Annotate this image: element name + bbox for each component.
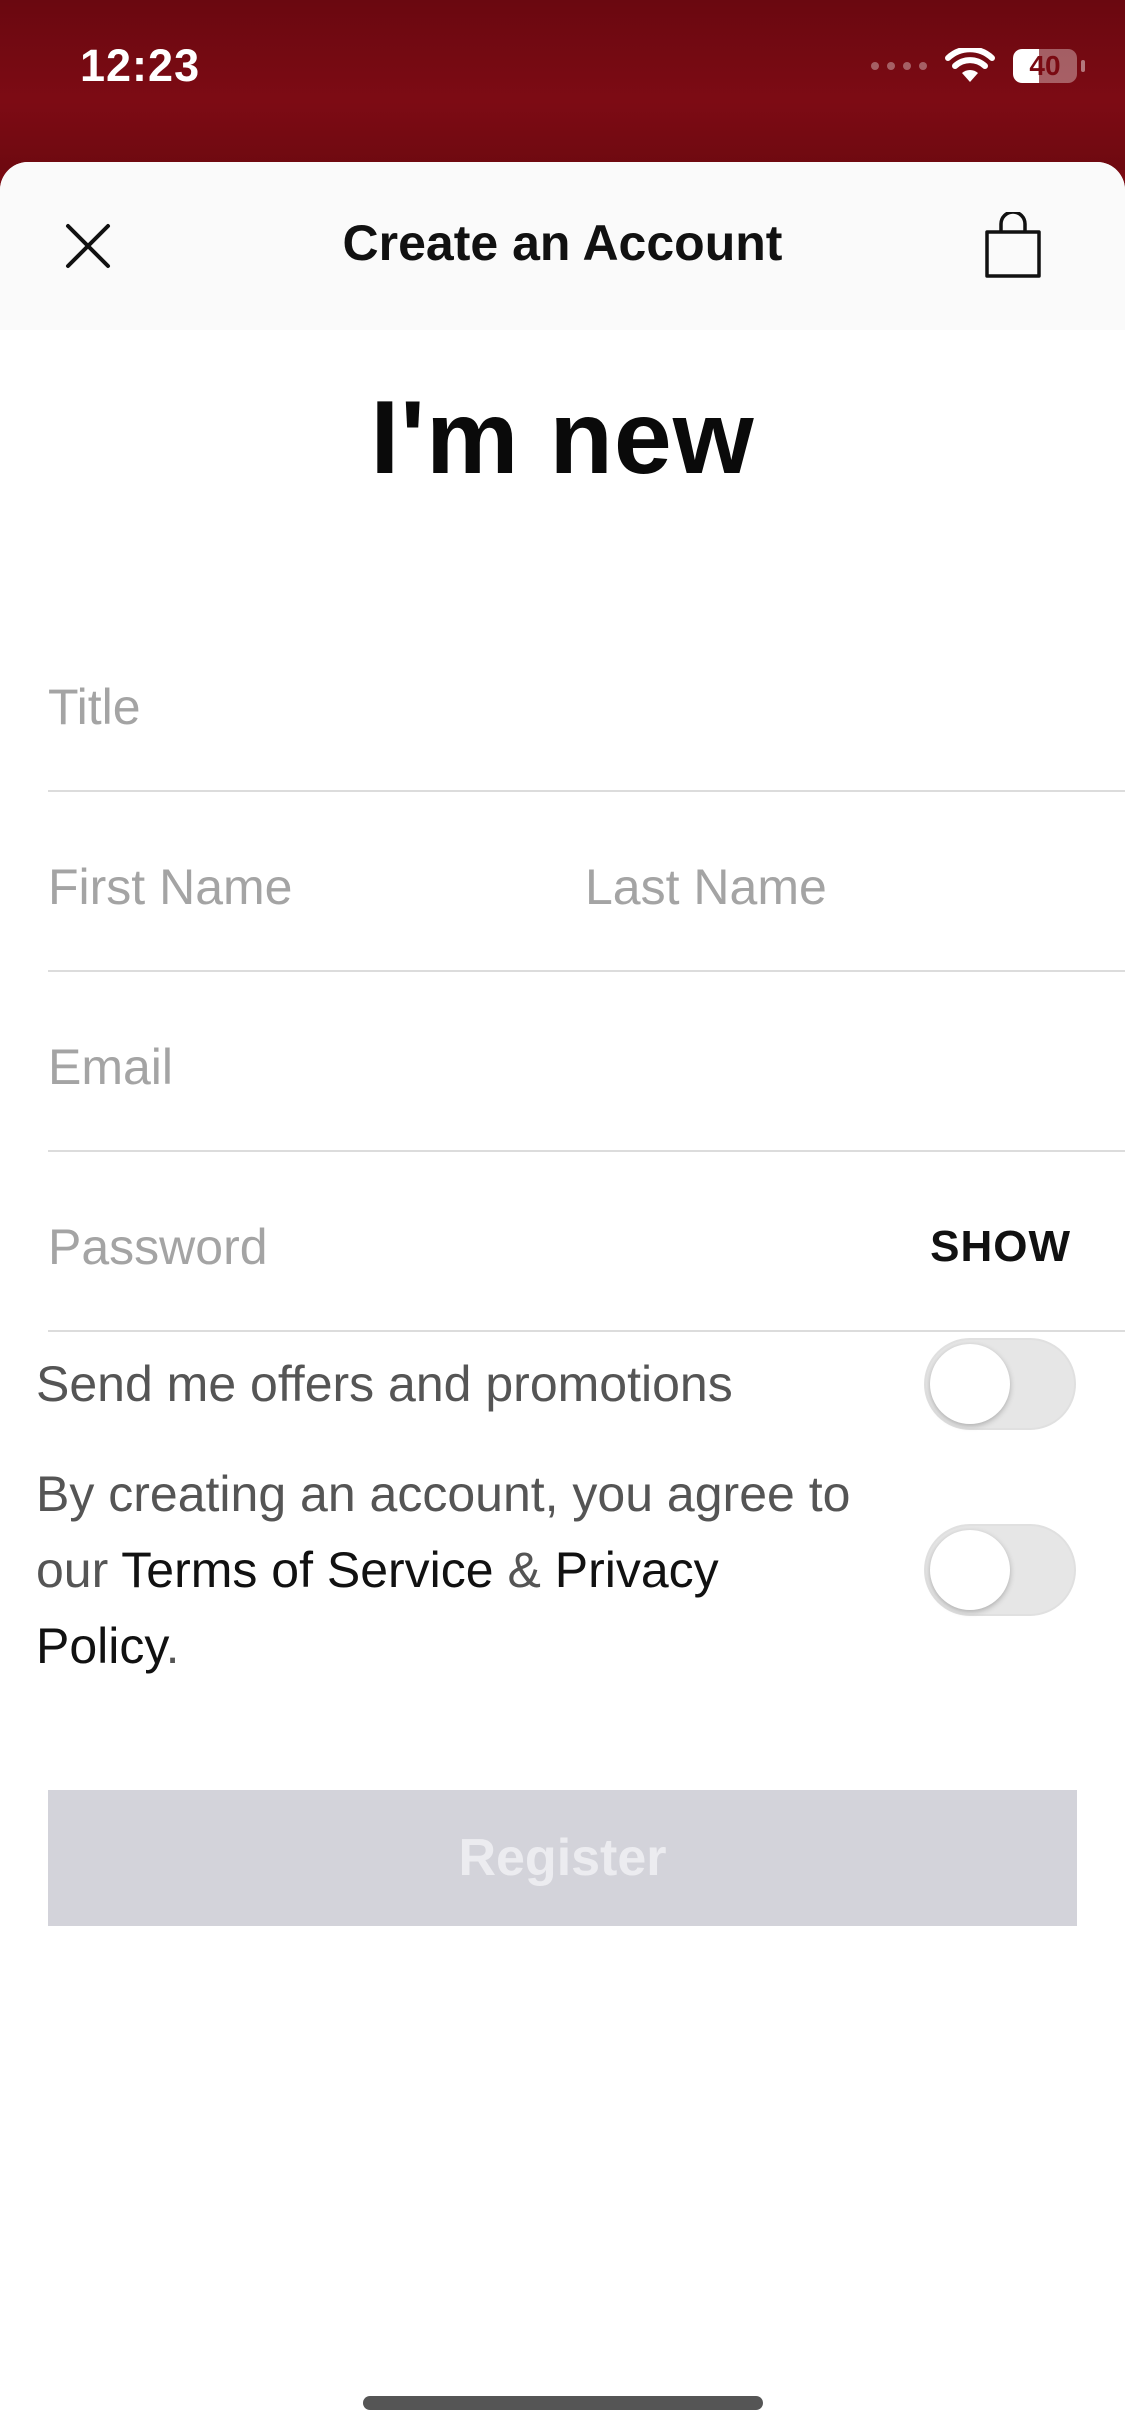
nav-bar: Create an Account bbox=[0, 162, 1125, 330]
terms-text: By creating an account, you agree to our… bbox=[36, 1456, 876, 1684]
wifi-icon bbox=[945, 48, 995, 82]
last-name-field[interactable]: Last Name bbox=[585, 858, 827, 916]
battery-icon: 40 bbox=[1013, 49, 1077, 83]
terms-of-service-link[interactable]: Terms of Service bbox=[121, 1542, 493, 1598]
password-placeholder: Password bbox=[48, 1219, 268, 1275]
create-account-sheet: Create an Account I'm new Title First Na… bbox=[0, 162, 1125, 2436]
name-row: First Name Last Name bbox=[48, 792, 1125, 972]
offers-toggle-knob bbox=[930, 1344, 1010, 1424]
title-placeholder: Title bbox=[48, 679, 141, 735]
email-placeholder: Email bbox=[48, 1039, 174, 1095]
offers-label: Send me offers and promotions bbox=[36, 1356, 733, 1412]
terms-toggle-knob bbox=[930, 1530, 1010, 1610]
terms-text-part-2: & bbox=[493, 1542, 555, 1598]
terms-toggle[interactable] bbox=[924, 1524, 1076, 1616]
battery-nub bbox=[1081, 60, 1085, 72]
home-indicator bbox=[363, 2396, 763, 2410]
offers-toggle[interactable] bbox=[924, 1338, 1076, 1430]
terms-text-part-3: . bbox=[165, 1618, 180, 1674]
page-title: Create an Account bbox=[342, 215, 783, 271]
email-field[interactable]: Email bbox=[48, 972, 1125, 1152]
show-password-button[interactable]: SHOW bbox=[930, 1222, 1071, 1272]
terms-row: By creating an account, you agree to our… bbox=[36, 1456, 1076, 1696]
heading: I'm new bbox=[370, 380, 755, 496]
battery-level: 40 bbox=[1029, 50, 1061, 81]
status-bar: 12:23 40 bbox=[0, 0, 1125, 170]
shopping-bag-icon[interactable] bbox=[983, 212, 1043, 280]
first-name-field[interactable]: First Name bbox=[48, 858, 292, 916]
status-icons: 40 bbox=[871, 48, 1085, 84]
cellular-signal-icon bbox=[871, 62, 927, 70]
offers-row: Send me offers and promotions bbox=[36, 1334, 1076, 1434]
status-time: 12:23 bbox=[80, 40, 201, 91]
register-button[interactable]: Register bbox=[48, 1790, 1077, 1926]
password-field[interactable]: Password SHOW bbox=[48, 1152, 1125, 1332]
title-field[interactable]: Title bbox=[48, 612, 1125, 792]
